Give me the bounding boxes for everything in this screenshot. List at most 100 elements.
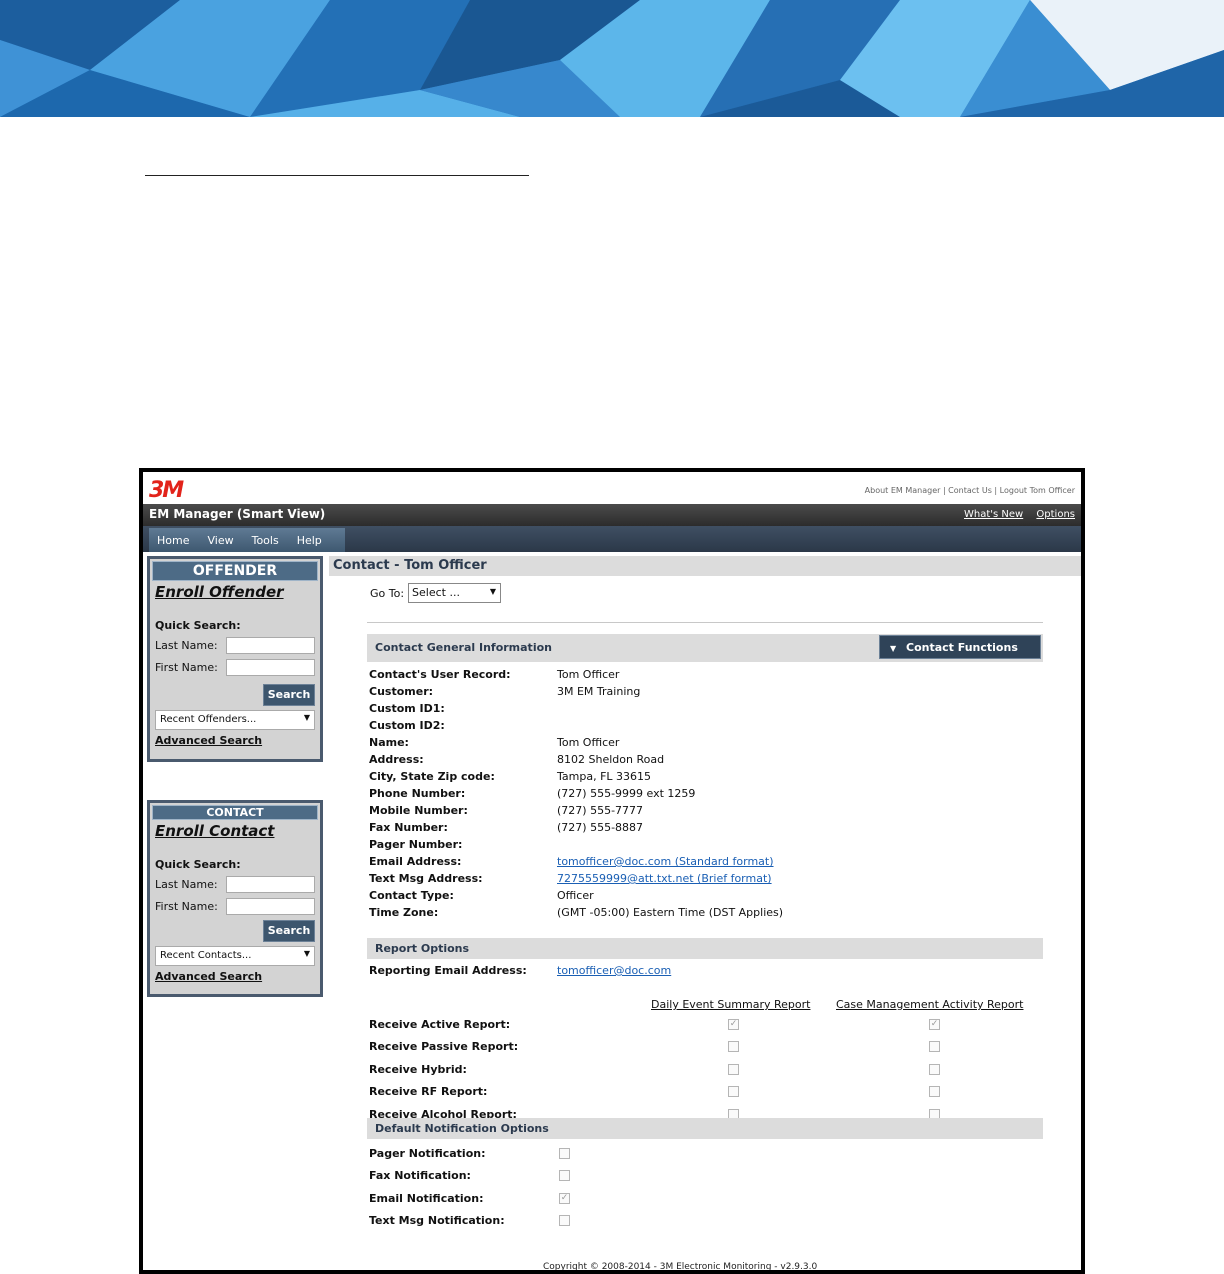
contact-first-name-label: First Name: [155, 900, 218, 913]
hybrid-case-checkbox[interactable] [929, 1064, 940, 1075]
chevron-down-icon: ▼ [303, 949, 310, 958]
field-label: Mobile Number: [369, 804, 468, 817]
field-label: Contact Type: [369, 889, 454, 902]
general-info-fields: Contact's User Record: Tom Officer Custom… [369, 666, 1049, 921]
field-row: City, State Zip code: Tampa, FL 33615 [369, 768, 1049, 785]
email-notification-checkbox[interactable]: ✓ [559, 1193, 570, 1204]
passive-case-checkbox[interactable] [929, 1041, 940, 1052]
report-row-label: Receive Hybrid: [369, 1063, 467, 1076]
contact-first-name-input[interactable] [226, 898, 315, 915]
field-row: Phone Number: (727) 555-9999 ext 1259 [369, 785, 1049, 802]
title-bar: EM Manager (Smart View) What's New Optio… [143, 504, 1081, 526]
text-msg-notification-checkbox[interactable] [559, 1215, 570, 1226]
offender-first-name-row: First Name: [155, 659, 315, 676]
notify-row-label: Email Notification: [369, 1192, 484, 1205]
report-options-header: Report Options [367, 938, 1043, 959]
field-row: Time Zone: (GMT -05:00) Eastern Time (DST… [369, 904, 1049, 921]
field-row: Contact Type: Officer [369, 887, 1049, 904]
offender-last-name-input[interactable] [226, 637, 315, 654]
offender-first-name-input[interactable] [226, 659, 315, 676]
menu-view[interactable]: View [207, 534, 233, 547]
rf-daily-checkbox[interactable] [728, 1086, 739, 1097]
recent-offenders-select[interactable]: Recent Offenders... ▼ [155, 710, 315, 730]
top-links[interactable]: About EM Manager | Contact Us | Logout T… [865, 486, 1075, 495]
header-banner [0, 0, 1224, 117]
caret-down-icon: ▼ [890, 644, 897, 653]
menu-tools[interactable]: Tools [252, 534, 279, 547]
field-value: 8102 Sheldon Road [557, 753, 665, 766]
chevron-down-icon: ▼ [489, 587, 497, 596]
email-address-link[interactable]: tomofficer@doc.com (Standard format) [557, 855, 774, 868]
top-links-text[interactable]: About EM Manager | Contact Us | Logout T… [865, 486, 1075, 495]
goto-select[interactable]: Select ... ▼ [408, 583, 502, 603]
menu-bar: Home View Tools Help [143, 526, 1081, 552]
field-label: Reporting Email Address: [369, 964, 527, 977]
hybrid-daily-checkbox[interactable] [728, 1064, 739, 1075]
field-value: Tampa, FL 33615 [557, 770, 652, 783]
top-bar: 3M About EM Manager | Contact Us | Logou… [143, 472, 1081, 504]
recent-contacts-select[interactable]: Recent Contacts... ▼ [155, 946, 315, 966]
field-row: Name: Tom Officer [369, 734, 1049, 751]
field-row: Address: 8102 Sheldon Road [369, 751, 1049, 768]
offender-advanced-search-link[interactable]: Advanced Search [155, 734, 315, 747]
offender-last-name-row: Last Name: [155, 637, 315, 654]
banner-graphic [0, 0, 1224, 117]
report-row-label: Receive RF Report: [369, 1085, 488, 1098]
field-row: Customer: 3M EM Training [369, 683, 1049, 700]
fax-notification-checkbox[interactable] [559, 1170, 570, 1181]
field-label: Contact's User Record: [369, 668, 511, 681]
offender-last-name-label: Last Name: [155, 639, 218, 652]
contact-first-name-row: First Name: [155, 898, 315, 915]
title-links: What's New Options [954, 509, 1075, 520]
field-row: Email Address: tomofficer@doc.com (Standa… [369, 853, 1049, 870]
menu-help[interactable]: Help [297, 534, 322, 547]
field-label: Time Zone: [369, 906, 439, 919]
report-row-label: Receive Active Report: [369, 1018, 511, 1031]
field-value: (727) 555-8887 [557, 821, 644, 834]
goto-row: Go To: Select ... ▼ [370, 583, 502, 603]
offender-search-button[interactable]: Search [263, 684, 315, 706]
whats-new-link[interactable]: What's New [964, 509, 1023, 520]
contact-last-name-input[interactable] [226, 876, 315, 893]
recent-offenders-label: Recent Offenders... [160, 714, 257, 725]
menu-items: Home View Tools Help [149, 528, 345, 552]
field-row: Reporting Email Address: tomofficer@doc.c… [369, 962, 1049, 979]
field-value: (727) 555-9999 ext 1259 [557, 787, 696, 800]
pager-notification-checkbox[interactable] [559, 1148, 570, 1159]
reporting-email-link[interactable]: tomofficer@doc.com [557, 964, 671, 977]
field-value: 3M EM Training [557, 685, 641, 698]
enroll-offender-link[interactable]: Enroll Offender [155, 583, 315, 601]
reporting-email-row: Reporting Email Address: tomofficer@doc.c… [369, 962, 1049, 979]
field-row: Custom ID1: [369, 700, 1049, 717]
notify-row-label: Pager Notification: [369, 1147, 486, 1160]
contact-quick-search-label: Quick Search: [155, 858, 241, 871]
contact-header: CONTACT [152, 805, 318, 820]
field-label: Text Msg Address: [369, 872, 483, 885]
contact-advanced-search-link[interactable]: Advanced Search [155, 970, 315, 983]
field-row: Fax Number: (727) 555-8887 [369, 819, 1049, 836]
text-msg-address-link[interactable]: 7275559999@att.txt.net (Brief format) [557, 872, 772, 885]
recent-contacts-label: Recent Contacts... [160, 950, 252, 961]
options-link[interactable]: Options [1036, 509, 1075, 520]
active-case-checkbox[interactable]: ✓ [929, 1019, 940, 1030]
passive-daily-checkbox[interactable] [728, 1041, 739, 1052]
rf-case-checkbox[interactable] [929, 1086, 940, 1097]
field-value: (GMT -05:00) Eastern Time (DST Applies) [557, 906, 784, 919]
contact-panel: CONTACT Enroll Contact Quick Search: Las… [147, 800, 323, 997]
contact-search-button[interactable]: Search [263, 920, 315, 942]
field-label: Custom ID1: [369, 702, 445, 715]
goto-select-value: Select ... [412, 586, 460, 599]
field-row: Mobile Number: (727) 555-7777 [369, 802, 1049, 819]
menu-home[interactable]: Home [157, 534, 189, 547]
field-value: Officer [557, 889, 594, 902]
offender-first-name-label: First Name: [155, 661, 218, 674]
app-title: EM Manager (Smart View) [149, 507, 326, 521]
field-label: Address: [369, 753, 424, 766]
enroll-contact-link[interactable]: Enroll Contact [155, 822, 315, 840]
brand-logo: 3M [149, 478, 184, 503]
daily-summary-col-header: Daily Event Summary Report [651, 998, 811, 1011]
general-info-header: Contact General Information ▼ Contact Fu… [367, 634, 1043, 662]
active-daily-checkbox[interactable]: ✓ [728, 1019, 739, 1030]
contact-functions-button[interactable]: ▼ Contact Functions [879, 635, 1041, 659]
field-label: Fax Number: [369, 821, 448, 834]
